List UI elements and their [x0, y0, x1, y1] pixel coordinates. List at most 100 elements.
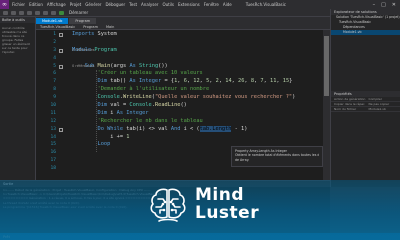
- code-token: ReadLine: [154, 102, 181, 109]
- window-controls: – □ ✕: [373, 2, 400, 8]
- property-name: Nom du fichier: [334, 107, 357, 111]
- collapse-icon[interactable]: -: [59, 33, 63, 37]
- minimize-button[interactable]: –: [373, 2, 376, 8]
- back-icon[interactable]: [3, 10, 8, 15]
- editor-scrollbar[interactable]: [323, 30, 330, 180]
- class-dropdown[interactable]: Program: [83, 25, 98, 29]
- code-line[interactable]: 3-0 références Module Program: [53, 46, 322, 55]
- code-line[interactable]: 10 Dim val = Console.ReadLine(): [50, 102, 322, 110]
- toolbox-empty-text: Aucun contrôle utilisable n'a été trouvé…: [2, 26, 30, 54]
- property-row[interactable]: Nom du fichier Module1.vb: [331, 107, 400, 112]
- code-line[interactable]: 11 Dim i As Integer: [50, 109, 322, 118]
- start-button[interactable]: Démarrer: [69, 10, 88, 15]
- menu-bar: Fichier Edition Affichage Projet Générer…: [12, 2, 232, 7]
- solution-explorer-panel: Explorateur de solutions Solution 'TuesR…: [330, 9, 400, 187]
- code-line[interactable]: 12 'Rechercher le nb dans le tableau: [50, 117, 322, 126]
- code-line[interactable]: 6 'Créer un tableau avec 10 valeurs: [53, 70, 322, 78]
- line-number: 18: [50, 166, 56, 172]
- code-line[interactable]: 2: [53, 39, 322, 47]
- line-number: 2: [53, 39, 56, 45]
- code-token: 'Rechercher le nb dans le tableau: [72, 117, 203, 124]
- mindluster-logo: Mind Luster: [148, 185, 259, 223]
- line-number: 6: [53, 71, 56, 77]
- maximize-button[interactable]: □: [381, 2, 386, 8]
- redo-icon[interactable]: [51, 10, 56, 15]
- code-token: As: [129, 62, 140, 69]
- code-token: 'Créer un tableau avec 10 valeurs: [72, 70, 203, 77]
- line-number: 8: [53, 87, 56, 93]
- new-file-icon[interactable]: [19, 10, 24, 15]
- menu-item[interactable]: Test: [129, 2, 137, 7]
- code-token: Main: [97, 62, 111, 69]
- code-line[interactable]: 4: [53, 55, 322, 63]
- menu-item[interactable]: Générer: [85, 2, 101, 7]
- menu-item[interactable]: Fichier: [12, 2, 25, 7]
- code-token: Loop: [72, 141, 111, 148]
- menu-item[interactable]: Analyser: [141, 2, 158, 7]
- visual-studio-logo: ∞: [0, 0, 9, 9]
- project-dropdown[interactable]: TuesRch.VisualBasic: [40, 25, 75, 29]
- document-tabs: Module1.vb Program: [36, 17, 330, 24]
- collapse-icon[interactable]: -: [59, 48, 63, 53]
- code-token: (args: [110, 62, 130, 69]
- line-number: 14: [50, 134, 56, 140]
- play-icon[interactable]: [59, 10, 64, 15]
- collapse-icon[interactable]: -: [59, 64, 63, 69]
- code-token: = {: [164, 78, 175, 85]
- code-token: As Integer: [129, 78, 165, 85]
- line-number: 10: [50, 103, 56, 109]
- save-icon[interactable]: [35, 10, 40, 15]
- line-number: 17: [50, 158, 56, 164]
- close-button[interactable]: ✕: [392, 2, 396, 8]
- logo-word-mind: Mind: [195, 185, 245, 205]
- line-number: 12: [50, 118, 56, 124]
- codelens-references[interactable]: 0 références: [72, 47, 94, 55]
- property-value[interactable]: Ne pas copier: [366, 102, 400, 106]
- line-number: 5: [53, 63, 56, 69]
- code-token: String: [139, 62, 159, 69]
- logo-text: Mind Luster: [195, 186, 259, 222]
- code-token: Dim: [72, 78, 111, 85]
- menu-item[interactable]: Aide: [223, 2, 232, 7]
- code-token: Do While: [72, 125, 127, 132]
- code-line[interactable]: 13- Do While tab(i) <> val And i < (tab.…: [50, 125, 322, 134]
- member-dropdown[interactable]: Main: [106, 25, 114, 29]
- property-value[interactable]: Module1.vb: [366, 107, 400, 111]
- forward-icon[interactable]: [11, 10, 16, 15]
- tree-item-module1[interactable]: Module1.vb: [331, 30, 400, 35]
- code-token: System: [97, 31, 117, 37]
- code-token: }: [289, 78, 293, 85]
- undo-icon[interactable]: [43, 10, 48, 15]
- menu-item[interactable]: Projet: [70, 2, 82, 7]
- line-number: 11: [50, 110, 56, 116]
- menu-item[interactable]: Extensions: [178, 2, 200, 7]
- code-token: WriteLine: [123, 94, 152, 101]
- quickinfo-tooltip: Property Array.Length As Integer Obtient…: [231, 146, 323, 167]
- code-line[interactable]: 8 'Demander à l'utilisateur un nombre: [53, 86, 322, 94]
- menu-item[interactable]: Edition: [29, 2, 43, 7]
- scrollbar-thumb[interactable]: [324, 36, 329, 96]
- open-icon[interactable]: [27, 10, 32, 15]
- code-token: Program: [94, 46, 117, 53]
- collapse-icon[interactable]: -: [59, 127, 63, 132]
- code-token: - 1): [231, 125, 248, 132]
- code-token: Console: [72, 94, 120, 101]
- code-token: 'Demander à l'utilisateur un nombre: [72, 86, 210, 93]
- logo-word-luster: Luster: [195, 203, 260, 223]
- code-line[interactable]: 14 i += 1: [50, 134, 322, 142]
- code-line[interactable]: 9 Console.WriteLine("Quelle valeur souha…: [53, 94, 322, 102]
- line-number: 4: [53, 55, 56, 61]
- line-number: 13: [50, 126, 56, 132]
- menu-item[interactable]: Déboguer: [105, 2, 125, 7]
- code-token: Dim: [72, 102, 111, 109]
- code-token: And: [170, 125, 184, 132]
- menu-item[interactable]: Affichage: [47, 2, 66, 7]
- property-value[interactable]: Compiler: [366, 97, 400, 101]
- code-token: Console: [129, 102, 152, 109]
- code-token: Dim: [72, 109, 111, 116]
- menu-item[interactable]: Outils: [162, 2, 174, 7]
- menu-item[interactable]: Fenêtre: [204, 2, 219, 7]
- tooltip-description: de Array.: [235, 157, 250, 162]
- code-line[interactable]: 1- Imports System: [53, 31, 322, 39]
- code-token: Imports: [72, 31, 98, 37]
